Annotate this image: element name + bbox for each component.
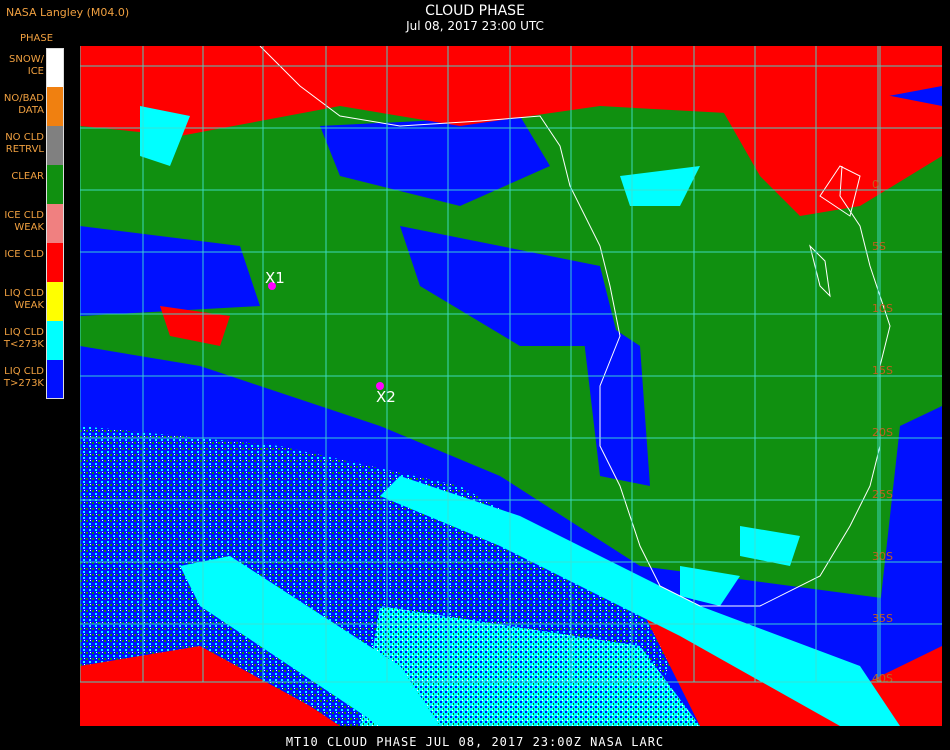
- map-subtitle: Jul 08, 2017 23:00 UTC: [406, 19, 544, 33]
- legend-label: NO CLD RETRVL: [5, 132, 44, 155]
- legend-item-liq-cld-weak: LIQ CLD WEAK: [0, 282, 66, 321]
- legend-title: PHASE: [20, 33, 54, 44]
- legend-label: LIQ CLD T<273K: [3, 327, 44, 350]
- lat-label: 5S: [872, 240, 886, 253]
- lat-label: 20S: [872, 426, 893, 439]
- lat-label: 40S: [872, 672, 893, 685]
- marker-x1[interactable]: X1: [265, 269, 285, 290]
- map-footer: MT10 CLOUD PHASE JUL 08, 2017 23:00Z NAS…: [285, 735, 665, 749]
- legend-label: ICE CLD WEAK: [4, 210, 44, 233]
- phase-legend: SNOW/ ICE NO/BAD DATA NO CLD RETRVL CLEA…: [0, 48, 66, 399]
- lat-label: 0: [872, 178, 879, 191]
- legend-label: NO/BAD DATA: [3, 93, 44, 116]
- legend-item-clear: CLEAR: [0, 165, 66, 204]
- legend-swatch: [46, 126, 64, 165]
- legend-swatch: [46, 204, 64, 243]
- map-title: CLOUD PHASE: [425, 3, 525, 19]
- legend-label: SNOW/ ICE: [9, 54, 44, 77]
- legend-label: LIQ CLD WEAK: [4, 288, 44, 311]
- legend-item-ice-cld-weak: ICE CLD WEAK: [0, 204, 66, 243]
- lat-label: 10S: [872, 302, 893, 315]
- legend-swatch: [46, 165, 64, 204]
- legend-item-liq-cld-warm: LIQ CLD T>273K: [0, 360, 66, 399]
- marker-label: X2: [376, 388, 396, 406]
- legend-swatch: [46, 48, 64, 87]
- marker-label: X1: [265, 269, 285, 287]
- legend-item-snow-ice: SNOW/ ICE: [0, 48, 66, 87]
- lat-label: 30S: [872, 550, 893, 563]
- legend-swatch: [46, 321, 64, 360]
- legend-item-no-bad-data: NO/BAD DATA: [0, 87, 66, 126]
- legend-item-ice-cld: ICE CLD: [0, 243, 66, 282]
- lat-label: 35S: [872, 612, 893, 625]
- legend-swatch: [46, 360, 64, 399]
- legend-swatch: [46, 87, 64, 126]
- legend-label: ICE CLD: [4, 249, 44, 260]
- lat-label: 25S: [872, 488, 893, 501]
- lat-label: 15S: [872, 364, 893, 377]
- cloud-phase-map[interactable]: 0 5S 10S 15S 20S 25S 30S 35S 40S X1 X2: [80, 46, 942, 726]
- legend-item-liq-cld-cold: LIQ CLD T<273K: [0, 321, 66, 360]
- legend-swatch: [46, 282, 64, 321]
- legend-item-no-cld-retrvl: NO CLD RETRVL: [0, 126, 66, 165]
- legend-swatch: [46, 243, 64, 282]
- legend-label: LIQ CLD T>273K: [3, 366, 44, 389]
- legend-label: CLEAR: [11, 171, 44, 182]
